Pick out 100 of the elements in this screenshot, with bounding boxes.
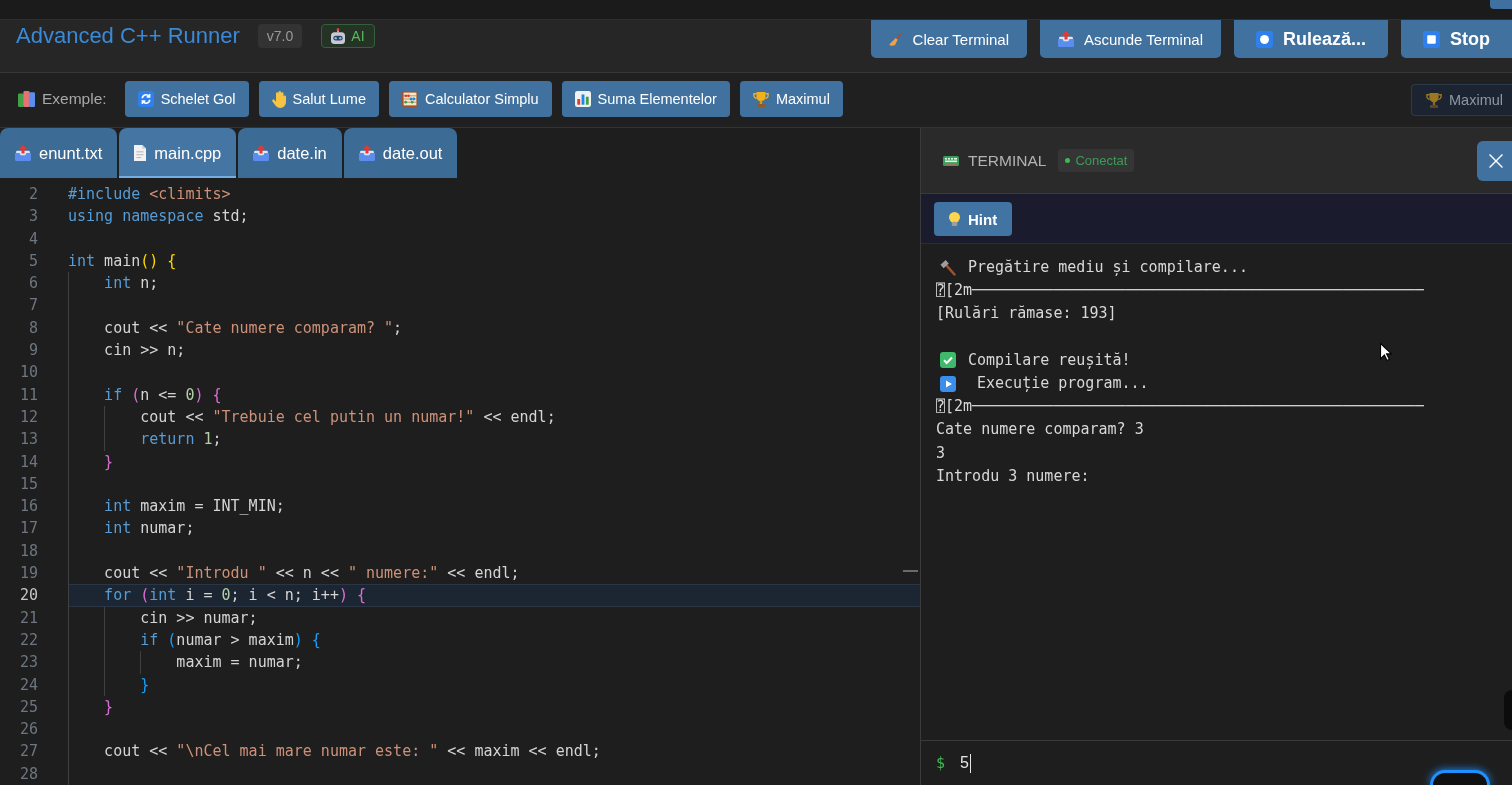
- line-number: 18: [19, 541, 38, 560]
- mouse-pointer-icon: [1380, 343, 1392, 361]
- code-line: }: [104, 696, 114, 718]
- prompt-symbol: $: [936, 754, 946, 772]
- scroll-position-mark: [903, 570, 918, 572]
- example-button[interactable]: Maximul: [739, 81, 843, 117]
- floating-action-button[interactable]: [1430, 770, 1490, 785]
- example-button[interactable]: Suma Elementelor: [561, 81, 730, 117]
- document-icon: [134, 145, 147, 161]
- hammer-icon: [940, 259, 956, 276]
- hint-button[interactable]: Hint: [934, 202, 1013, 236]
- close-button[interactable]: [1477, 140, 1512, 181]
- app-title: Advanced C++ Runner: [16, 23, 240, 49]
- code-line: maxim = numar;: [176, 652, 303, 674]
- line-number: 17: [19, 519, 38, 538]
- lightbulb-icon: [949, 211, 960, 227]
- line-number: 15: [19, 474, 38, 493]
- code-line: return 1;: [140, 429, 222, 451]
- file-tab[interactable]: main.cpp: [119, 128, 237, 178]
- example-button[interactable]: Schelet Gol: [124, 81, 249, 117]
- line-number: 3: [28, 207, 38, 226]
- line-number: 21: [19, 608, 38, 627]
- bar-chart-icon: [574, 91, 591, 107]
- terminal-line: ⍰[2m──────────────────────────────────────────────────: [936, 280, 1424, 302]
- code-line: cout << "Introdu " << n << " numere:" << endl;: [104, 563, 520, 585]
- examples-label: Exemple:: [42, 90, 107, 108]
- line-number: 25: [19, 697, 38, 716]
- robot-icon: [331, 28, 346, 44]
- example-button[interactable]: Calculator Simplu: [388, 81, 552, 117]
- indent-guide: [140, 651, 142, 674]
- code-line: cout << "Trebuie cel putin un numar!" << endl;: [140, 406, 556, 428]
- code-line: int n;: [104, 273, 159, 295]
- books-icon: [18, 91, 35, 107]
- line-number: 13: [19, 430, 38, 449]
- line-number: 19: [19, 564, 38, 583]
- record-icon: [1255, 30, 1273, 48]
- code-line: #include <climits>: [68, 184, 231, 205]
- refresh-icon: [137, 91, 154, 107]
- code-line: }: [104, 451, 114, 473]
- code-line: if (n <= 0) {: [104, 384, 222, 406]
- terminal-line: ⍰[2m──────────────────────────────────────────────────: [936, 396, 1424, 418]
- file-tab[interactable]: date.out: [343, 128, 458, 178]
- stop-button[interactable]: Stop: [1401, 20, 1512, 58]
- run-button[interactable]: Rulează...: [1233, 20, 1388, 58]
- line-number: 26: [19, 720, 38, 739]
- tray-arrow-icon: [253, 145, 270, 161]
- line-number: 12: [19, 407, 38, 426]
- code-line: int main() {: [68, 250, 177, 272]
- tray-arrow-icon: [15, 145, 31, 161]
- clear-terminal-button[interactable]: Clear Terminal: [870, 20, 1027, 58]
- trophy-icon: [1426, 92, 1442, 108]
- terminal-line: Cate numere comparam? 3: [936, 419, 1144, 441]
- close-icon: [1489, 153, 1503, 168]
- line-number: 8: [28, 318, 38, 337]
- abacus-icon: [401, 91, 418, 107]
- connection-status: Conectat: [1075, 153, 1128, 168]
- trophy-icon: [752, 91, 769, 107]
- code-line: cout << "\nCel mai mare numar este: " << maxim << endl;: [104, 741, 601, 763]
- tray-arrow-icon: [1058, 31, 1074, 47]
- check-icon: [940, 352, 956, 369]
- line-number: 2: [28, 185, 38, 203]
- file-tab[interactable]: date.in: [238, 128, 342, 178]
- line-number: 23: [19, 653, 38, 672]
- keyboard-icon: [943, 155, 959, 166]
- indent-guide: [104, 406, 106, 451]
- command-input[interactable]: 5: [960, 748, 1512, 778]
- line-number: 7: [28, 296, 38, 315]
- line-number: 27: [19, 742, 38, 761]
- hand-icon: [271, 90, 286, 108]
- line-number: 24: [19, 675, 38, 694]
- tray-arrow-icon: [358, 145, 375, 161]
- terminal-line: Compilare reușită!: [968, 349, 1131, 371]
- terminal-line: [Rulări rămase: 193]: [936, 303, 1117, 325]
- broom-icon: [888, 32, 903, 46]
- terminal-line: Pregătire mediu și compilare...: [968, 257, 1248, 278]
- ai-label: AI: [351, 28, 365, 44]
- line-number: 4: [28, 229, 38, 248]
- code-line: cout << "Cate numere comparam? ";: [104, 317, 403, 339]
- code-line: if (numar > maxim) {: [140, 629, 321, 651]
- line-number: 16: [19, 497, 38, 516]
- code-line: using namespace std;: [68, 206, 249, 228]
- terminal-line: Introdu 3 numere:: [936, 465, 1090, 487]
- line-number: 9: [28, 341, 38, 360]
- code-line: int maxim = INT_MIN;: [104, 496, 285, 518]
- line-number: 11: [19, 385, 38, 404]
- code-line: cin >> n;: [104, 340, 186, 362]
- example-button[interactable]: Salut Lume: [258, 81, 379, 117]
- line-number: 10: [19, 363, 38, 382]
- terminal-line: 3: [936, 442, 946, 464]
- faded-example-button[interactable]: Maximul: [1411, 84, 1512, 116]
- code-line: }: [140, 674, 150, 696]
- version-badge: v7.0: [257, 24, 303, 48]
- terminal-line: Execuție program...: [977, 372, 1149, 394]
- terminal-title: TERMINAL: [968, 151, 1047, 170]
- stop-icon: [1423, 30, 1440, 48]
- line-number: 20: [19, 586, 38, 605]
- hide-terminal-button[interactable]: Ascunde Terminal: [1040, 20, 1221, 58]
- file-tab[interactable]: enunt.txt: [0, 128, 118, 178]
- line-number: 22: [19, 630, 38, 649]
- line-number: 5: [28, 251, 38, 270]
